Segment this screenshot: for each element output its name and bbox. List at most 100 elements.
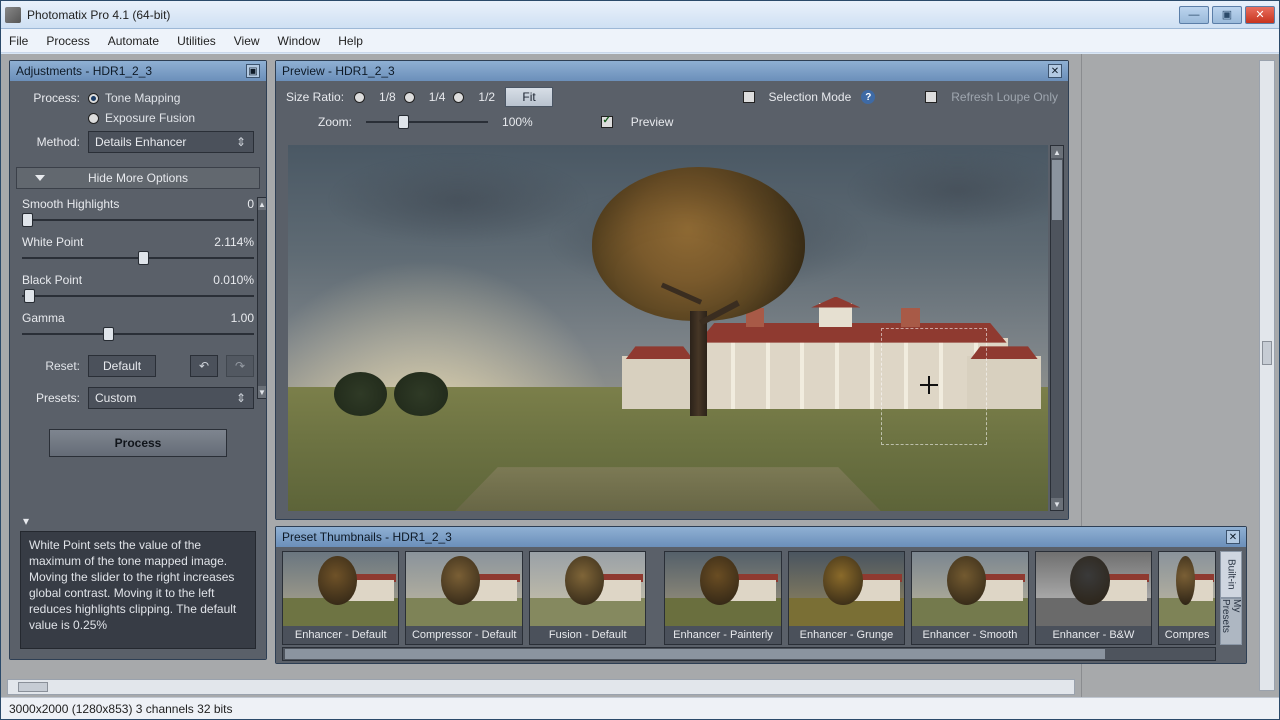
help-icon[interactable]: ? <box>861 90 875 104</box>
triangle-down-icon <box>35 175 45 181</box>
menu-file[interactable]: File <box>9 34 28 48</box>
chevron-updown-icon: ⇕ <box>235 391 247 405</box>
reset-label: Reset: <box>22 359 80 373</box>
process-tone-mapping-radio[interactable] <box>88 93 99 104</box>
triangle-down-icon[interactable]: ▾ <box>23 514 29 530</box>
black-point-slider[interactable] <box>22 289 254 303</box>
preview-checkbox-label[interactable]: Preview <box>631 115 674 129</box>
menu-automate[interactable]: Automate <box>108 34 159 48</box>
adjustments-panel: Adjustments - HDR1_2_3 ▣ Process: Tone M… <box>9 60 267 660</box>
size-ratio-1-8-radio[interactable] <box>354 92 365 103</box>
menu-process[interactable]: Process <box>46 34 89 48</box>
preview-image[interactable] <box>288 145 1048 511</box>
process-exposure-fusion-radio[interactable] <box>88 113 99 124</box>
selection-mode-checkbox[interactable] <box>743 91 755 103</box>
preset-card-label: Enhancer - Default <box>283 626 398 644</box>
refresh-loupe-checkbox[interactable] <box>925 91 937 103</box>
app-icon <box>5 7 21 23</box>
preset-card[interactable]: Compressor - Default <box>405 551 522 645</box>
preview-checkbox[interactable] <box>601 116 613 128</box>
preset-card[interactable]: Fusion - Default <box>529 551 646 645</box>
preset-card[interactable]: Compres <box>1158 551 1216 645</box>
adjustments-scrollbar[interactable]: ▲ ▼ <box>257 197 266 399</box>
menu-bar: File Process Automate Utilities View Win… <box>1 29 1279 53</box>
scroll-up-icon[interactable]: ▲ <box>258 198 266 210</box>
chevron-updown-icon: ⇕ <box>235 135 247 149</box>
process-label: Process: <box>22 91 80 105</box>
undo-button[interactable]: ↶ <box>190 355 218 377</box>
method-select[interactable]: Details Enhancer ⇕ <box>88 131 254 153</box>
preset-card[interactable]: Enhancer - Painterly <box>664 551 781 645</box>
fit-button[interactable]: Fit <box>505 87 553 107</box>
white-point-slider[interactable] <box>22 251 254 265</box>
size-ratio-label: Size Ratio: <box>286 90 344 104</box>
menu-view[interactable]: View <box>234 34 260 48</box>
method-select-value: Details Enhancer <box>95 135 186 149</box>
preset-card-label: Enhancer - Grunge <box>789 626 904 644</box>
window-close-button[interactable]: ✕ <box>1245 6 1275 24</box>
preset-card-label: Enhancer - Smooth <box>912 626 1027 644</box>
preset-card[interactable]: Enhancer - Smooth <box>911 551 1028 645</box>
gamma-slider-group: Gamma1.00 <box>22 311 254 341</box>
menu-utilities[interactable]: Utilities <box>177 34 216 48</box>
menu-help[interactable]: Help <box>338 34 363 48</box>
process-exposure-fusion-label[interactable]: Exposure Fusion <box>105 111 195 125</box>
window-maximize-button[interactable]: ▣ <box>1212 6 1242 24</box>
preview-panel-close-icon[interactable]: ✕ <box>1048 64 1062 78</box>
scroll-down-icon[interactable]: ▼ <box>258 386 266 398</box>
window-title: Photomatix Pro 4.1 (64-bit) <box>27 8 1176 22</box>
preset-card[interactable]: Enhancer - Default <box>282 551 399 645</box>
preview-panel-title: Preview - HDR1_2_3 <box>282 64 395 78</box>
selection-mode-label[interactable]: Selection Mode <box>769 90 852 104</box>
client-horizontal-scrollbar-thumb[interactable] <box>18 682 48 692</box>
preset-card-label: Enhancer - B&W <box>1036 626 1151 644</box>
redo-button[interactable]: ↷ <box>226 355 254 377</box>
client-horizontal-scrollbar[interactable] <box>7 679 1075 695</box>
refresh-loupe-label[interactable]: Refresh Loupe Only <box>951 90 1058 104</box>
process-button[interactable]: Process <box>49 429 227 457</box>
preset-card-label: Compres <box>1159 626 1215 644</box>
white-point-slider-group: White Point2.114% <box>22 235 254 265</box>
help-description: ▾ White Point sets the value of the maxi… <box>20 531 256 649</box>
client-vertical-scrollbar-thumb[interactable] <box>1262 341 1272 365</box>
size-ratio-1-4-radio[interactable] <box>404 92 415 103</box>
scroll-up-icon[interactable]: ▲ <box>1051 146 1063 158</box>
preset-card-label: Fusion - Default <box>530 626 645 644</box>
preset-card-label: Compressor - Default <box>406 626 521 644</box>
process-tone-mapping-label[interactable]: Tone Mapping <box>105 91 180 105</box>
preset-scrollbar-thumb[interactable] <box>285 649 1105 659</box>
presets-select-value: Custom <box>95 391 136 405</box>
preset-thumbnails-panel: Preset Thumbnails - HDR1_2_3 ✕ Enhancer … <box>275 526 1247 664</box>
zoom-label: Zoom: <box>318 115 352 129</box>
tab-built-in[interactable]: Built-in <box>1220 551 1242 598</box>
presets-label: Presets: <box>22 391 80 405</box>
client-vertical-scrollbar[interactable] <box>1259 60 1275 691</box>
gamma-slider[interactable] <box>22 327 254 341</box>
adjustments-panel-close-icon[interactable]: ▣ <box>246 64 260 78</box>
preset-card[interactable]: Enhancer - Grunge <box>788 551 905 645</box>
adjustments-panel-title: Adjustments - HDR1_2_3 <box>16 64 152 78</box>
zoom-slider[interactable] <box>366 115 488 129</box>
size-ratio-1-2-2-radio[interactable] <box>453 92 464 103</box>
menu-window[interactable]: Window <box>278 34 321 48</box>
preview-vertical-scrollbar[interactable]: ▲ ▼ <box>1050 145 1064 511</box>
preset-thumbnails-panel-title: Preset Thumbnails - HDR1_2_3 <box>282 530 452 544</box>
preset-card[interactable]: Enhancer - B&W <box>1035 551 1152 645</box>
preview-scrollbar-thumb[interactable] <box>1052 160 1062 220</box>
window-minimize-button[interactable]: — <box>1179 6 1209 24</box>
black-point-slider-group: Black Point0.010% <box>22 273 254 303</box>
zoom-value: 100% <box>502 115 533 129</box>
smooth-highlights-slider[interactable] <box>22 213 254 227</box>
preview-panel: Preview - HDR1_2_3 ✕ Size Ratio: 1/8 1/4… <box>275 60 1069 520</box>
default-button[interactable]: Default <box>88 355 156 377</box>
method-label: Method: <box>22 135 80 149</box>
scroll-down-icon[interactable]: ▼ <box>1051 498 1063 510</box>
preset-horizontal-scrollbar[interactable] <box>282 647 1216 661</box>
preset-thumbnails-close-icon[interactable]: ✕ <box>1226 530 1240 544</box>
status-text: 3000x2000 (1280x853) 3 channels 32 bits <box>9 702 233 716</box>
tab-my-presets[interactable]: My Presets <box>1220 598 1242 645</box>
presets-select[interactable]: Custom ⇕ <box>88 387 254 409</box>
move-cursor-icon <box>920 376 938 394</box>
preset-card-label: Enhancer - Painterly <box>665 626 780 644</box>
hide-more-options-toggle[interactable]: Hide More Options <box>16 167 260 189</box>
